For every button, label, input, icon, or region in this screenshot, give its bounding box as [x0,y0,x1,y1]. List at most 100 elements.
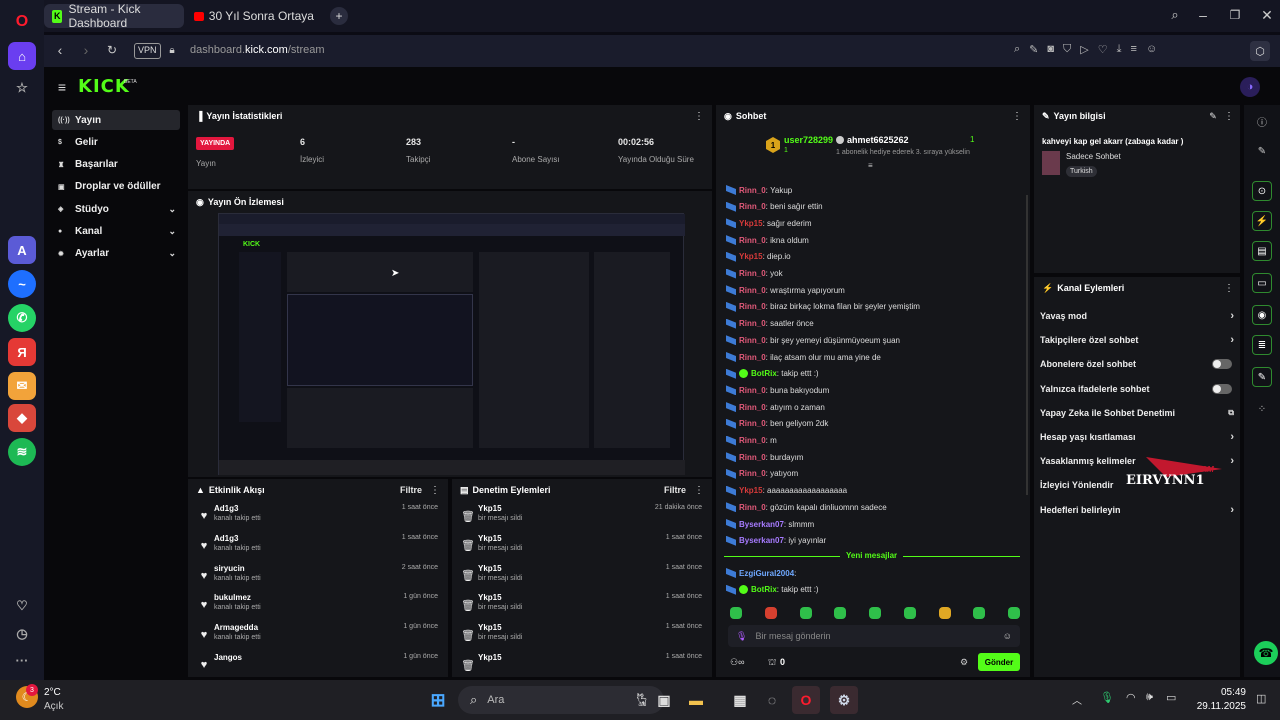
chat-scrollbar[interactable] [1026,195,1028,495]
close-icon[interactable]: ✕ [1258,6,1276,24]
volume-icon[interactable]: 🕪︎ [1146,691,1153,704]
tray-expand-icon[interactable]: ︿ [1072,692,1082,707]
channel-action-item[interactable]: Yavaş mod › [1040,305,1234,327]
mic-icon[interactable]: 🎙︎ [736,631,747,642]
tool-chat-icon[interactable]: ▭ [1252,273,1272,293]
restore-icon[interactable]: ❐ [1226,6,1244,24]
moderation-more-icon[interactable]: ⋮ [694,483,704,497]
chat-message[interactable]: Rinn_0: biraz birkaç lokma filan bir şey… [726,300,920,314]
lock-icon[interactable]: 🔒︎ [166,43,178,57]
channel-action-item[interactable]: Takipçilere özel sohbet › [1040,329,1234,351]
opera-logo-icon[interactable]: O [8,8,36,36]
list-item[interactable]: ♥ siryucin kanalı takip etti 2 saat önce [188,563,448,593]
chat-username[interactable]: Ykp15 [739,252,763,261]
chat-input[interactable]: 🎙︎ Bir mesaj gönderin ☺ [728,625,1020,647]
tool-wrench-icon[interactable]: ✎ [1252,367,1272,387]
chat-message[interactable]: Byserkan07: iyi yayınlar [726,534,826,548]
emote-icon[interactable] [1008,607,1020,619]
vpn-badge[interactable]: VPN [134,43,161,59]
tool-server-icon[interactable]: ≣ [1252,335,1272,355]
chat-username[interactable]: BotRix [751,369,777,378]
chat-username[interactable]: Rinn_0 [739,419,766,428]
battery-icon[interactable]: ▭ [1166,691,1176,704]
tab-kick-dashboard[interactable]: K Stream - Kick Dashboard [44,2,184,30]
list-item[interactable]: 🗑︎ Ykp15 bir mesajı sildi 1 saat önce [452,592,712,622]
avatar[interactable]: ◑ [1240,77,1260,97]
tool-emote-icon[interactable]: ⊙ [1252,181,1272,201]
send-button[interactable]: Gönder [978,653,1020,671]
file-explorer-icon[interactable]: ▬ [682,686,710,714]
tool-add-icon[interactable]: ⁘ [1252,399,1272,419]
chat-message[interactable]: Rinn_0: gözüm kapalı dinliuomnn sadece [726,500,887,514]
tool-edit-icon[interactable]: ✎ [1252,141,1272,161]
chat-message[interactable]: Rinn_0: atıyım o zaman [726,400,825,414]
chat-message[interactable]: Rinn_0: ilaç atsam olur mu ama yine de [726,350,881,364]
search-tabs-icon[interactable]: ⌕ [1166,6,1184,24]
opera-icon[interactable]: O [792,686,820,714]
kick-logo[interactable]: KICK [78,76,130,97]
chat-username[interactable]: Rinn_0 [739,453,766,462]
tool-broadcast-icon[interactable]: ◉ [1252,305,1272,325]
emote-icon[interactable] [973,607,986,619]
tool-clipboard-icon[interactable]: ▤ [1252,241,1272,261]
chat-username[interactable]: Rinn_0 [739,386,766,395]
chat-username[interactable]: Ykp15 [739,219,763,228]
list-item[interactable]: ♥ bukulmez kanalı takip etti 1 gün önce [188,592,448,622]
channel-action-item[interactable]: Abonelere özel sohbet [1040,353,1234,375]
chat-message[interactable]: Rinn_0: saatler önce [726,317,814,331]
chat-username[interactable]: EzgiGural2004 [739,569,794,578]
chat-username[interactable]: Byserkan07 [739,520,784,529]
shield-icon[interactable]: ⛉ [1063,43,1071,59]
chevron-down-icon[interactable]: ⌄ [168,204,176,215]
back-icon[interactable]: ‹ [52,42,68,58]
chat-username[interactable]: Rinn_0 [739,286,766,295]
channel-action-item[interactable]: Yapay Zeka ile Sohbet Denetimi ⧉ [1040,402,1234,424]
stream-info-more-icon[interactable]: ⋮ [1224,109,1234,123]
list-item[interactable]: 🗑︎ Ykp15 bir mesajı sildi 1 saat önce [452,533,712,563]
emoji-icon[interactable]: ☺ [1003,631,1012,641]
download-icon[interactable]: ⤓ [1117,43,1122,59]
nav-item[interactable]: ▣ Droplar ve ödüller [52,177,180,197]
tool-bolt-icon[interactable]: ⚡ [1252,211,1272,231]
chat-settings-icon[interactable]: ⚙ [960,657,968,668]
opera-gx-icon[interactable]: ◌ [758,686,786,714]
activity-more-icon[interactable]: ⋮ [430,483,440,497]
edit-icon[interactable]: ✎ [1029,43,1038,59]
emote-icon[interactable] [764,607,777,619]
chat-rules-icon[interactable]: ⛫ [768,657,776,669]
stats-more-icon[interactable]: ⋮ [694,109,704,123]
history-icon[interactable]: ◷ [8,620,36,648]
list-item[interactable]: ♥ Jangos 1 gün önce [188,652,448,677]
channel-action-item[interactable]: Yalnızca ifadelerle sohbet [1040,378,1234,400]
hamburger-icon[interactable]: ≡ [54,79,70,95]
aria-icon[interactable]: A [8,236,36,264]
chat-message[interactable]: BotRix: takip ettt :) [726,367,819,381]
emote-icon[interactable] [834,607,847,619]
emote-icon[interactable] [903,607,916,619]
emote-icon[interactable] [799,607,812,619]
messenger-icon[interactable]: ~ [8,270,36,298]
chat-message[interactable]: Rinn_0: yok [726,267,783,281]
reload-icon[interactable]: ↻ [104,42,120,58]
yandex-icon[interactable]: Я [8,338,36,366]
wifi-icon[interactable]: ◠ [1126,691,1136,704]
url-field[interactable]: dashboard.kick.com/stream [190,44,325,56]
forward-icon[interactable]: › [78,42,94,58]
chat-username[interactable]: Rinn_0 [739,302,766,311]
chat-message[interactable]: Ykp15: diep.io [726,250,791,264]
list-item[interactable]: ♥ Ad1g3 kanalı takip etti 1 saat önce [188,533,448,563]
mic-tray-icon[interactable]: 🎙︎ [1100,691,1114,704]
cube-icon[interactable]: ⬡ [1250,41,1270,61]
channel-action-item[interactable]: Hesap yaşı kısıtlaması › [1040,426,1234,448]
new-tab-button[interactable]: + [330,7,348,25]
list-item[interactable]: ♥ Ad1g3 kanalı takip etti 1 saat önce [188,503,448,533]
apps-icon[interactable]: ◆ [8,404,36,432]
channel-action-item[interactable]: Hedefleri belirleyin › [1040,499,1234,521]
list-item[interactable]: 🗑︎ Ykp15 bir mesajı sildi 1 saat önce [452,622,712,652]
list-item[interactable]: 🗑︎ Ykp15 bir mesajı sildi 21 dakika önce [452,503,712,533]
menu-icon[interactable]: ≡ [1131,43,1137,59]
support-button[interactable]: ☎ [1254,641,1278,665]
chat-username[interactable]: Byserkan07 [739,536,784,545]
chat-username[interactable]: Rinn_0 [739,336,766,345]
chat-message[interactable]: Rinn_0: burdayım [726,450,803,464]
